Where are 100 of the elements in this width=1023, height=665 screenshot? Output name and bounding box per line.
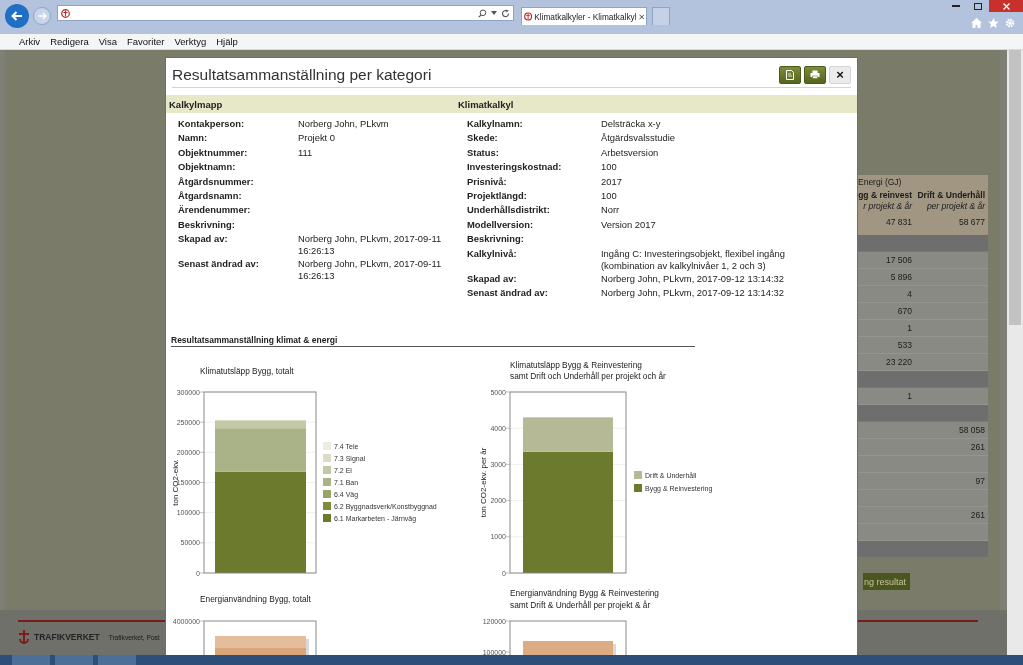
field-label: Skapad av: (178, 232, 229, 247)
field-label: Skede: (467, 131, 499, 146)
field-label: Beskrivning: (467, 232, 525, 247)
legend-swatch (634, 484, 642, 493)
legend-swatch (634, 471, 642, 480)
field-label: Projektlängd: (467, 189, 528, 204)
table-cell-text: 5 896 (889, 272, 913, 282)
menu-item[interactable]: Redigera (45, 36, 94, 47)
field-value: Arbetsversion (601, 145, 660, 160)
column-heading: Klimatkalkyl (457, 98, 515, 110)
back-button[interactable] (5, 4, 29, 28)
field-label: Åtgärdsnummer: (178, 174, 255, 189)
result-button[interactable]: ng resultat (862, 573, 910, 590)
scrollbar[interactable] (1007, 50, 1023, 655)
refresh-icon[interactable] (501, 8, 510, 18)
menu-item[interactable]: Arkiv (14, 36, 46, 47)
arrow-right-icon (37, 12, 47, 20)
field-label: Kalkylnamn: (467, 117, 524, 131)
logo-text: TRAFIKVERKET (34, 632, 100, 642)
field-value: Norberg John, PLkvm, 2017-09-11 16:26:13 (298, 257, 443, 283)
field-value: Norr (601, 203, 621, 218)
field-label: Objektnummer: (178, 145, 249, 160)
field-value: Norberg John, PLkvm, 2017-09-12 13:14:32 (601, 271, 785, 286)
search-icon[interactable] (478, 8, 487, 18)
field-label: Senast ändrad av: (178, 257, 260, 272)
field-label: Investeringskostnad: (467, 160, 563, 175)
forward-button[interactable] (33, 7, 51, 25)
field-label: Prisnivå: (467, 174, 508, 189)
table-cell-text: 1 (906, 323, 913, 333)
field-label: Objektnamn: (178, 160, 237, 175)
menu-item[interactable]: Visa (93, 36, 122, 47)
dialog-title: Resultatsammanställning per kategori (172, 65, 433, 84)
legend-swatch (323, 478, 331, 487)
menu-item[interactable]: Verktyg (169, 36, 212, 47)
column-heading: Kalkylmapp (168, 98, 224, 110)
close-icon (1002, 2, 1010, 10)
table-cell-text: 670 (896, 306, 913, 316)
legend-swatch (323, 502, 331, 511)
legend-swatch (323, 514, 331, 523)
column-heading: Drift & Underhåll (916, 190, 985, 201)
field-value: Åtgärdsvalsstudie (601, 131, 676, 146)
logo-icon (18, 630, 30, 644)
field-label: Kontakperson: (178, 117, 246, 131)
new-tab-button[interactable] (652, 7, 670, 25)
maximize-icon (974, 2, 982, 10)
column-heading: gg & reinvest (858, 190, 912, 201)
table-cell-text: 47 831 (885, 217, 913, 227)
arrow-left-icon (11, 11, 23, 21)
field-value: Delsträcka x-y (601, 117, 662, 131)
menu-item[interactable]: Favoriter (122, 36, 170, 47)
field-label: Namn: (178, 131, 209, 146)
field-label: Beskrivning: (178, 217, 236, 232)
column-subheading: r projekt & år (862, 201, 912, 212)
field-label: Senast ändrad av: (467, 286, 549, 301)
chart-title: Klimatutsläpp Bygg, totalt (200, 365, 294, 377)
dropdown-icon[interactable] (491, 11, 497, 15)
table-cell-text: 58 677 (958, 217, 986, 227)
y-axis-label: ton CO2-ekv. per år (479, 448, 488, 518)
field-value: 2017 (601, 174, 623, 189)
field-value: 100 (601, 160, 618, 175)
table-cell-text: 261 (969, 442, 986, 452)
table-cell-text: 58 058 (958, 425, 986, 435)
table-group-heading: Energi (GJ) (858, 177, 902, 187)
legend-swatch (323, 442, 331, 451)
field-label: Status: (467, 145, 500, 160)
site-icon (61, 8, 70, 18)
field-value: Ingång C: Investeringsobjekt, flexibel ingång (kombination av kalkylnivåer 1, 2 och 3) (601, 246, 786, 272)
table-cell-text: 1 (906, 391, 913, 401)
browser-tab[interactable]: Klimatkalkyler - Klimatkalkyl (521, 7, 647, 25)
chart-title: Energianvändning Bygg & Reinvestering samt Drift & Underhåll per projekt & år (510, 587, 659, 612)
field-label: Underhållsdistrikt: (467, 203, 551, 218)
field-label: Modellversion: (467, 217, 535, 232)
pdf-button[interactable] (779, 65, 801, 84)
close-button[interactable]: × (829, 65, 851, 84)
close-icon[interactable] (638, 13, 644, 20)
chart-title: Klimatutsläpp Bygg & Reinvestering samt Drift och Underhåll per projekt och år (510, 360, 666, 383)
legend-swatch (323, 466, 331, 475)
table-cell-text: 4 (906, 289, 913, 299)
star-icon[interactable] (988, 18, 999, 28)
print-icon (810, 70, 820, 79)
field-value: Norberg John, PLkvm, 2017-09-12 13:14:32 (601, 286, 785, 301)
field-label: Skapad av: (467, 271, 518, 286)
chart-title: Energianvändning Bygg, totalt (200, 593, 311, 606)
menu-item[interactable]: Hjälp (211, 36, 243, 47)
field-value: 111 (298, 145, 314, 160)
field-value: Projekt 0 (298, 131, 336, 146)
table-cell-text: 261 (969, 510, 986, 520)
table-cell-text: 23 220 (885, 357, 913, 367)
settings-icon[interactable] (1005, 18, 1015, 28)
document-icon (786, 69, 794, 80)
field-value: Version 2017 (601, 217, 657, 232)
field-value: 100 (601, 189, 618, 204)
table-cell-text: 17 506 (885, 255, 913, 265)
close-window-button[interactable] (989, 0, 1023, 12)
field-label: Kalkylnivå: (467, 246, 518, 261)
field-label: Ärendenummer: (178, 203, 252, 218)
print-button[interactable] (804, 65, 826, 84)
scrollbar-thumb[interactable] (1009, 50, 1021, 325)
home-icon[interactable] (971, 18, 982, 28)
table-cell-text: 97 (974, 476, 986, 486)
